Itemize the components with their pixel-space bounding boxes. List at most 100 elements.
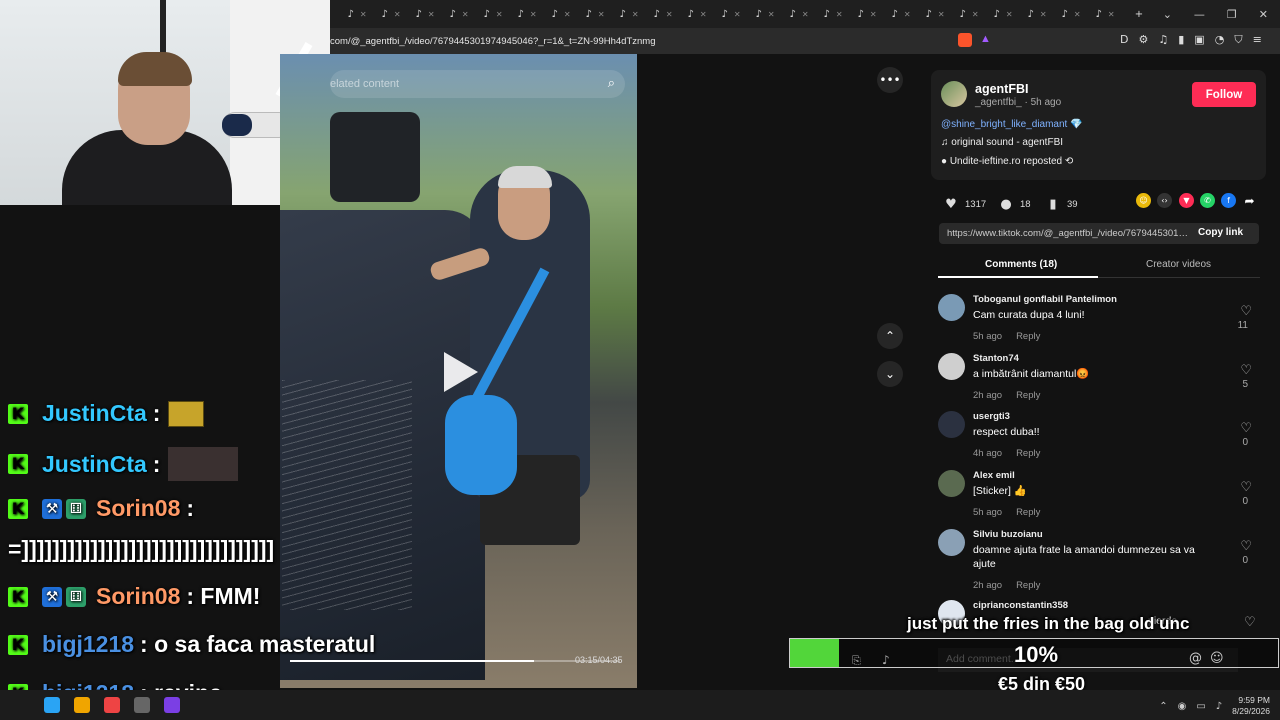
browser-tab[interactable]: ♪ ✕	[544, 0, 578, 28]
network-icon[interactable]: ▭	[1196, 701, 1205, 712]
heart-icon[interactable]: ♥	[941, 194, 961, 214]
comment-like-icon[interactable]: ♡	[1240, 304, 1252, 319]
clock[interactable]: 9:59 PM 8/29/2026	[1232, 695, 1270, 717]
tab-creator-videos[interactable]: Creator videos	[1146, 259, 1211, 270]
emoji-icon[interactable]: ☺	[1210, 651, 1224, 666]
author-name[interactable]: agentFBI	[975, 82, 1028, 96]
embed-icon[interactable]: ‹›	[1157, 193, 1172, 208]
chat-username[interactable]: Sorin08	[96, 583, 180, 610]
extension-d-icon[interactable]: D	[1120, 33, 1128, 47]
author-avatar[interactable]	[941, 81, 967, 107]
tab-comments[interactable]: Comments (18)	[985, 259, 1057, 270]
close-window-icon[interactable]: ✕	[1259, 8, 1268, 21]
tray-chevron-icon[interactable]: ⌃	[1159, 701, 1167, 712]
close-tab-icon[interactable]: ✕	[1040, 10, 1047, 19]
brave-rewards-icon[interactable]: ▲	[980, 33, 994, 47]
chat-username[interactable]: JustinCta	[42, 451, 147, 478]
extensions-puzzle-icon[interactable]: ⚙	[1138, 33, 1148, 47]
reply-button[interactable]: Reply	[1016, 448, 1040, 459]
close-tab-icon[interactable]: ✕	[666, 10, 673, 19]
close-tab-icon[interactable]: ✕	[428, 10, 435, 19]
browser-tab[interactable]: ♪ ✕	[714, 0, 748, 28]
comment-like-icon[interactable]: ♡	[1240, 421, 1252, 436]
commenter-avatar[interactable]	[938, 294, 965, 321]
close-tab-icon[interactable]: ✕	[462, 10, 469, 19]
browser-tab[interactable]: ♪ ✕	[748, 0, 782, 28]
taskbar-app-icon[interactable]	[74, 697, 90, 713]
taskbar-app-icon[interactable]	[164, 697, 180, 713]
browser-tab[interactable]: ♪ ✕	[986, 0, 1020, 28]
facebook-icon[interactable]: f	[1221, 193, 1236, 208]
browser-tab[interactable]: ♪ ✕	[476, 0, 510, 28]
video-link[interactable]: https://www.tiktok.com/@_agentfbi_/video…	[947, 228, 1192, 239]
browser-tab[interactable]: ♪ ✕	[782, 0, 816, 28]
wallet-icon[interactable]: ▣	[1194, 33, 1204, 47]
browser-tab[interactable]: ♪ ✕	[1020, 0, 1054, 28]
browser-tab[interactable]: ♪ ✕	[680, 0, 714, 28]
browser-tab[interactable]: ♪ ✕	[374, 0, 408, 28]
close-tab-icon[interactable]: ✕	[836, 10, 843, 19]
reply-button[interactable]: Reply	[1016, 390, 1040, 401]
commenter-name[interactable]: Alex emil	[973, 470, 1015, 481]
commenter-name[interactable]: Silviu buzoianu	[973, 529, 1043, 540]
next-video-icon[interactable]: ⌄	[877, 361, 903, 387]
chat-username[interactable]: JustinCta	[42, 400, 147, 427]
close-tab-icon[interactable]: ✕	[802, 10, 809, 19]
brave-shield-icon[interactable]	[958, 33, 972, 47]
comment-icon[interactable]: ●	[996, 194, 1016, 214]
close-tab-icon[interactable]: ✕	[938, 10, 945, 19]
tab-search-icon[interactable]: ⌄	[1163, 8, 1172, 21]
media-icon[interactable]: ♫	[1158, 33, 1168, 47]
speaker-icon[interactable]: ♪	[1216, 701, 1222, 712]
new-tab-icon[interactable]: +	[1122, 0, 1156, 28]
close-tab-icon[interactable]: ✕	[394, 10, 401, 19]
copy-icon[interactable]: ⎘	[852, 654, 861, 668]
vpn-icon[interactable]: ◔	[1215, 33, 1225, 47]
browser-tab[interactable]: ♪ ✕	[918, 0, 952, 28]
close-tab-icon[interactable]: ✕	[734, 10, 741, 19]
sound-link[interactable]: ♫ original sound - agentFBI	[941, 137, 1063, 148]
browser-tab[interactable]: ♪ ✕	[816, 0, 850, 28]
url-text[interactable]: com/@_agentfbi_/video/767944530197494504…	[330, 36, 656, 47]
minimize-icon[interactable]: —	[1194, 8, 1205, 21]
browser-tab[interactable]: ♪ ✕	[578, 0, 612, 28]
browser-tab[interactable]: ♪ ✕	[1088, 0, 1122, 28]
mention-icon[interactable]: @	[1189, 651, 1202, 666]
taskbar-app-icon[interactable]	[134, 697, 150, 713]
commenter-name[interactable]: Toboganul gonflabil Pantelimon	[973, 294, 1117, 305]
comment-stat[interactable]: ● 18	[996, 194, 1030, 214]
commenter-name[interactable]: ciprianconstantin358	[973, 600, 1068, 611]
comment-like-icon[interactable]: ♡	[1244, 615, 1256, 630]
taskbar-app-icon[interactable]	[104, 697, 120, 713]
close-tab-icon[interactable]: ✕	[768, 10, 775, 19]
volume-icon[interactable]: ♪	[882, 653, 890, 667]
follow-button[interactable]: Follow	[1192, 82, 1256, 107]
commenter-avatar[interactable]	[938, 529, 965, 556]
browser-tab[interactable]: ♪ ✕	[408, 0, 442, 28]
repost-info[interactable]: ● Undite-ieftine.ro reposted ⟲	[941, 156, 1073, 167]
browser-tab[interactable]: ♪ ✕	[442, 0, 476, 28]
close-tab-icon[interactable]: ✕	[564, 10, 571, 19]
browser-tab[interactable]: ♪ ✕	[646, 0, 680, 28]
commenter-avatar[interactable]	[938, 411, 965, 438]
commenter-name[interactable]: usergti3	[973, 411, 1010, 422]
close-tab-icon[interactable]: ✕	[904, 10, 911, 19]
close-tab-icon[interactable]: ✕	[1108, 10, 1115, 19]
like-stat[interactable]: ♥ 1317	[941, 194, 986, 214]
close-tab-icon[interactable]: ✕	[496, 10, 503, 19]
comment-like-icon[interactable]: ♡	[1240, 539, 1252, 554]
browser-tab[interactable]: ♪ ✕	[1054, 0, 1088, 28]
save-stat[interactable]: ▮ 39	[1043, 194, 1077, 214]
comment-like-icon[interactable]: ♡	[1240, 480, 1252, 495]
commenter-avatar[interactable]	[938, 353, 965, 380]
close-tab-icon[interactable]: ✕	[972, 10, 979, 19]
close-tab-icon[interactable]: ✕	[870, 10, 877, 19]
commenter-avatar[interactable]	[938, 470, 965, 497]
search-icon[interactable]: ⌕	[608, 76, 615, 91]
close-tab-icon[interactable]: ✕	[632, 10, 639, 19]
whatsapp-icon[interactable]: ✆	[1200, 193, 1215, 208]
close-tab-icon[interactable]: ✕	[598, 10, 605, 19]
mic-icon[interactable]: ◉	[1178, 701, 1187, 712]
send-icon[interactable]: ▼	[1179, 193, 1194, 208]
close-tab-icon[interactable]: ✕	[700, 10, 707, 19]
